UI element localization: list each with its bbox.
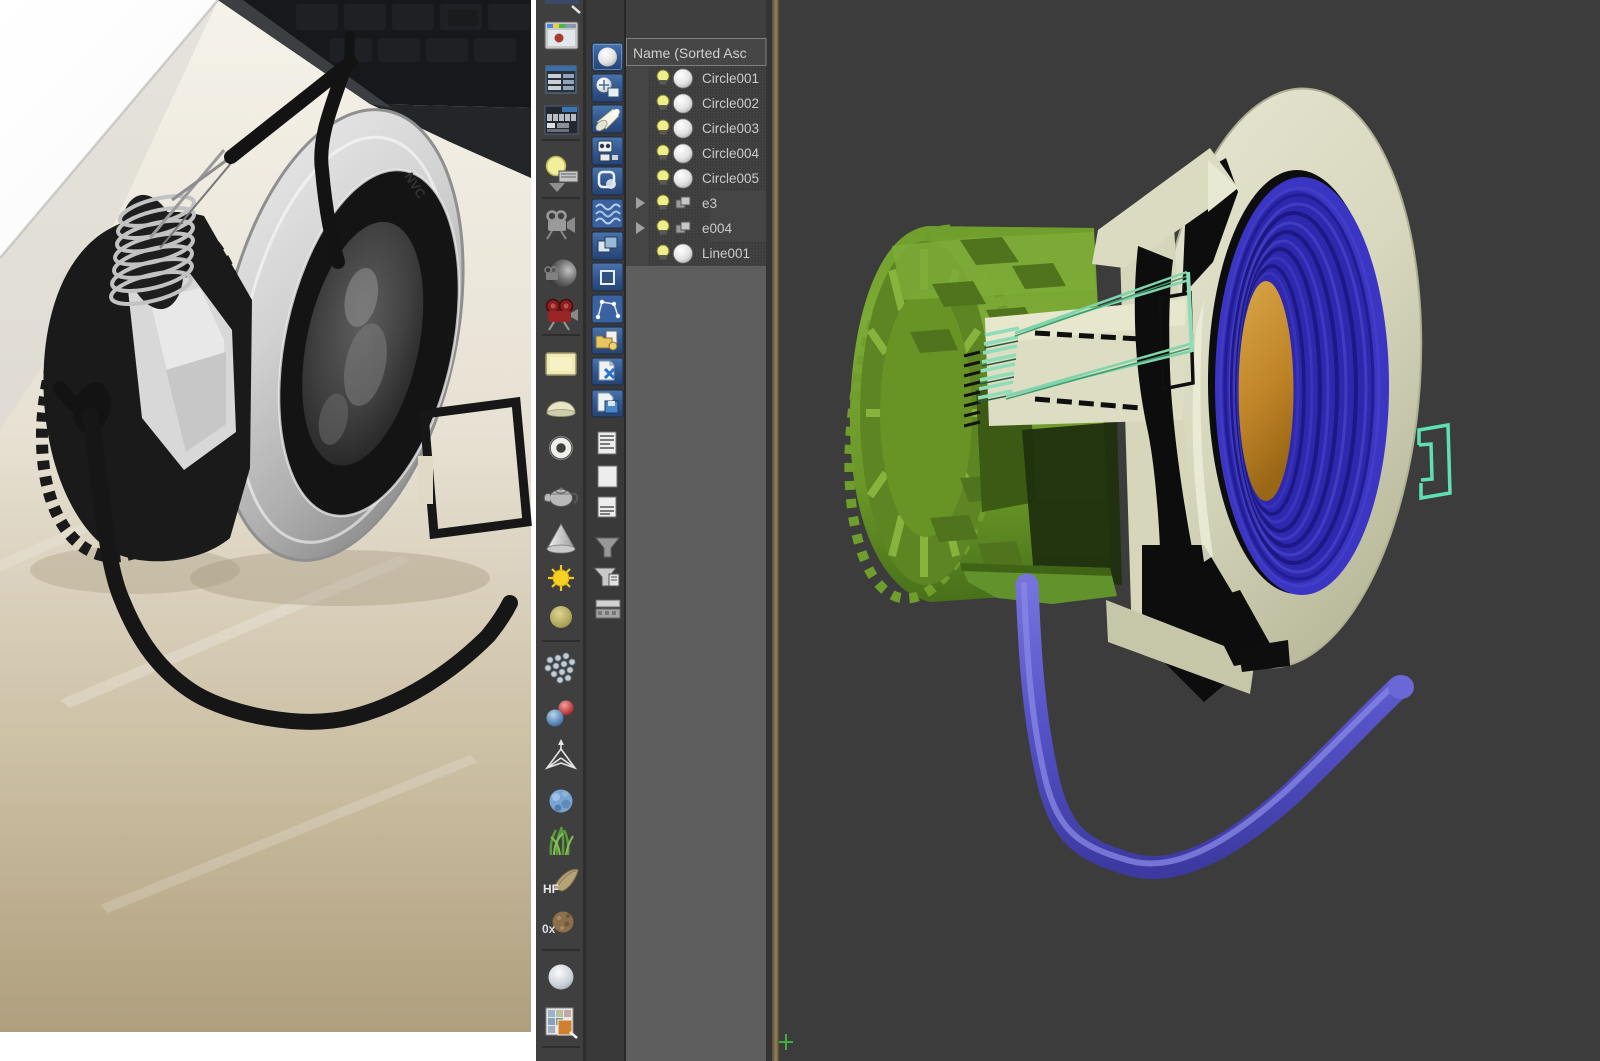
svg-text:Circle002: Circle002 [702, 96, 759, 111]
svg-text:Name (Sorted Asc: Name (Sorted Asc [633, 45, 747, 61]
svg-text:Circle005: Circle005 [702, 171, 759, 186]
svg-text:0x: 0x [542, 922, 556, 936]
svg-text:e004: e004 [702, 221, 733, 236]
svg-text:Circle003: Circle003 [702, 121, 759, 136]
svg-text:HF: HF [543, 882, 559, 896]
svg-text:e3: e3 [702, 196, 717, 211]
svg-text:Circle001: Circle001 [702, 71, 759, 86]
svg-text:Circle004: Circle004 [702, 146, 760, 161]
svg-text:Line001: Line001 [702, 246, 750, 261]
